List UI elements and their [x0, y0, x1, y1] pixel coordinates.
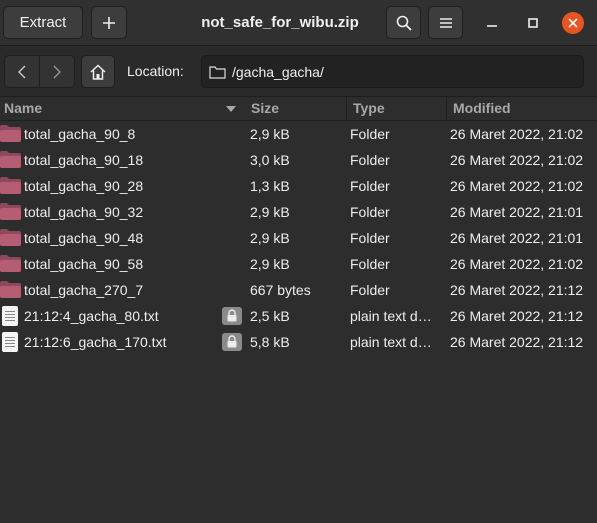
hamburger-menu-icon: [439, 17, 452, 28]
menu-button[interactable]: [428, 6, 463, 39]
folder-icon: [0, 229, 21, 246]
forward-button[interactable]: [39, 56, 74, 87]
file-name: total_gacha_90_32: [24, 204, 144, 220]
location-bar: Location: /gacha_gacha/: [0, 46, 597, 97]
minimize-button[interactable]: [481, 12, 503, 34]
lock-icon: [222, 307, 242, 325]
close-icon: [568, 18, 578, 28]
file-type: Folder: [350, 256, 390, 272]
column-header-name[interactable]: Name: [0, 97, 245, 121]
column-name-label: Name: [4, 100, 43, 116]
folder-outline-icon: [209, 65, 226, 79]
file-row[interactable]: total_gacha_90_58 2,9 kB Folder 26 Maret…: [0, 251, 597, 277]
column-header-modified[interactable]: Modified: [446, 97, 597, 121]
navigation-buttons: [4, 55, 75, 88]
file-size: 2,9 kB: [250, 204, 290, 220]
file-name: total_gacha_90_48: [24, 230, 144, 246]
file-row[interactable]: total_gacha_270_7 667 bytes Folder 26 Ma…: [0, 277, 597, 303]
extract-label: Extract: [19, 14, 67, 31]
file-type: Folder: [350, 204, 390, 220]
folder-icon: [0, 125, 21, 142]
file-type: plain text d…: [350, 308, 432, 324]
file-type: Folder: [350, 152, 390, 168]
file-type: Folder: [350, 178, 390, 194]
location-label: Location:: [127, 63, 184, 79]
extract-button[interactable]: Extract: [3, 6, 83, 39]
file-modified: 26 Maret 2022, 21:01: [450, 204, 584, 220]
home-button[interactable]: [81, 55, 115, 88]
sort-descending-icon: [226, 106, 236, 112]
file-name: 21:12:4_gacha_80.txt: [24, 308, 159, 324]
column-header-size[interactable]: Size: [245, 97, 346, 121]
window-title: not_safe_for_wibu.zip: [201, 14, 359, 31]
folder-icon: [0, 203, 21, 220]
folder-icon: [0, 177, 21, 194]
file-modified: 26 Maret 2022, 21:12: [450, 282, 584, 298]
file-type: plain text d…: [350, 334, 432, 350]
search-button[interactable]: [386, 6, 421, 39]
text-file-icon: [2, 332, 18, 352]
maximize-icon: [528, 18, 538, 28]
file-row[interactable]: total_gacha_90_48 2,9 kB Folder 26 Maret…: [0, 225, 597, 251]
file-modified: 26 Maret 2022, 21:02: [450, 178, 584, 194]
file-row[interactable]: total_gacha_90_28 1,3 kB Folder 26 Maret…: [0, 173, 597, 199]
column-size-label: Size: [251, 100, 280, 116]
file-name: total_gacha_90_18: [24, 152, 144, 168]
file-size: 2,9 kB: [250, 256, 290, 272]
folder-icon: [0, 255, 21, 272]
close-button[interactable]: [562, 12, 584, 34]
file-size: 2,9 kB: [250, 230, 290, 246]
file-row[interactable]: 21:12:6_gacha_170.txt 5,8 kB plain text …: [0, 329, 597, 355]
lock-icon: [222, 333, 242, 351]
header-bar: Extract not_safe_for_wibu.zip: [0, 0, 597, 46]
search-icon: [396, 15, 412, 31]
file-size: 3,0 kB: [250, 152, 290, 168]
file-modified: 26 Maret 2022, 21:12: [450, 308, 584, 324]
file-list: total_gacha_90_8 2,9 kB Folder 26 Maret …: [0, 121, 597, 355]
file-size: 2,5 kB: [250, 308, 290, 324]
home-icon: [90, 63, 106, 80]
file-row[interactable]: total_gacha_90_18 3,0 kB Folder 26 Maret…: [0, 147, 597, 173]
plus-icon: [103, 16, 115, 29]
chevron-right-icon: [53, 65, 61, 78]
file-size: 667 bytes: [250, 282, 311, 298]
file-name: 21:12:6_gacha_170.txt: [24, 334, 167, 350]
file-type: Folder: [350, 230, 390, 246]
minimize-icon: [487, 25, 497, 27]
column-type-label: Type: [353, 100, 385, 116]
location-path: /gacha_gacha/: [232, 63, 324, 80]
add-files-button[interactable]: [91, 6, 127, 39]
file-modified: 26 Maret 2022, 21:02: [450, 256, 584, 272]
location-entry[interactable]: /gacha_gacha/: [201, 55, 584, 88]
file-modified: 26 Maret 2022, 21:02: [450, 126, 584, 142]
file-name: total_gacha_90_28: [24, 178, 144, 194]
file-modified: 26 Maret 2022, 21:02: [450, 152, 584, 168]
column-header-type[interactable]: Type: [346, 97, 446, 121]
file-row[interactable]: total_gacha_90_8 2,9 kB Folder 26 Maret …: [0, 121, 597, 147]
maximize-button[interactable]: [522, 12, 544, 34]
file-size: 2,9 kB: [250, 126, 290, 142]
file-row[interactable]: 21:12:4_gacha_80.txt 2,5 kB plain text d…: [0, 303, 597, 329]
back-button[interactable]: [5, 56, 39, 87]
file-name: total_gacha_90_58: [24, 256, 144, 272]
chevron-left-icon: [18, 65, 26, 78]
file-modified: 26 Maret 2022, 21:01: [450, 230, 584, 246]
folder-icon: [0, 281, 21, 298]
file-type: Folder: [350, 126, 390, 142]
file-row[interactable]: total_gacha_90_32 2,9 kB Folder 26 Maret…: [0, 199, 597, 225]
column-modified-label: Modified: [453, 100, 511, 116]
file-name: total_gacha_90_8: [24, 126, 136, 142]
file-name: total_gacha_270_7: [24, 282, 144, 298]
file-type: Folder: [350, 282, 390, 298]
file-size: 1,3 kB: [250, 178, 290, 194]
text-file-icon: [2, 306, 18, 326]
file-size: 5,8 kB: [250, 334, 290, 350]
file-modified: 26 Maret 2022, 21:12: [450, 334, 584, 350]
column-headers: Name Size Type Modified: [0, 97, 597, 121]
folder-icon: [0, 151, 21, 168]
